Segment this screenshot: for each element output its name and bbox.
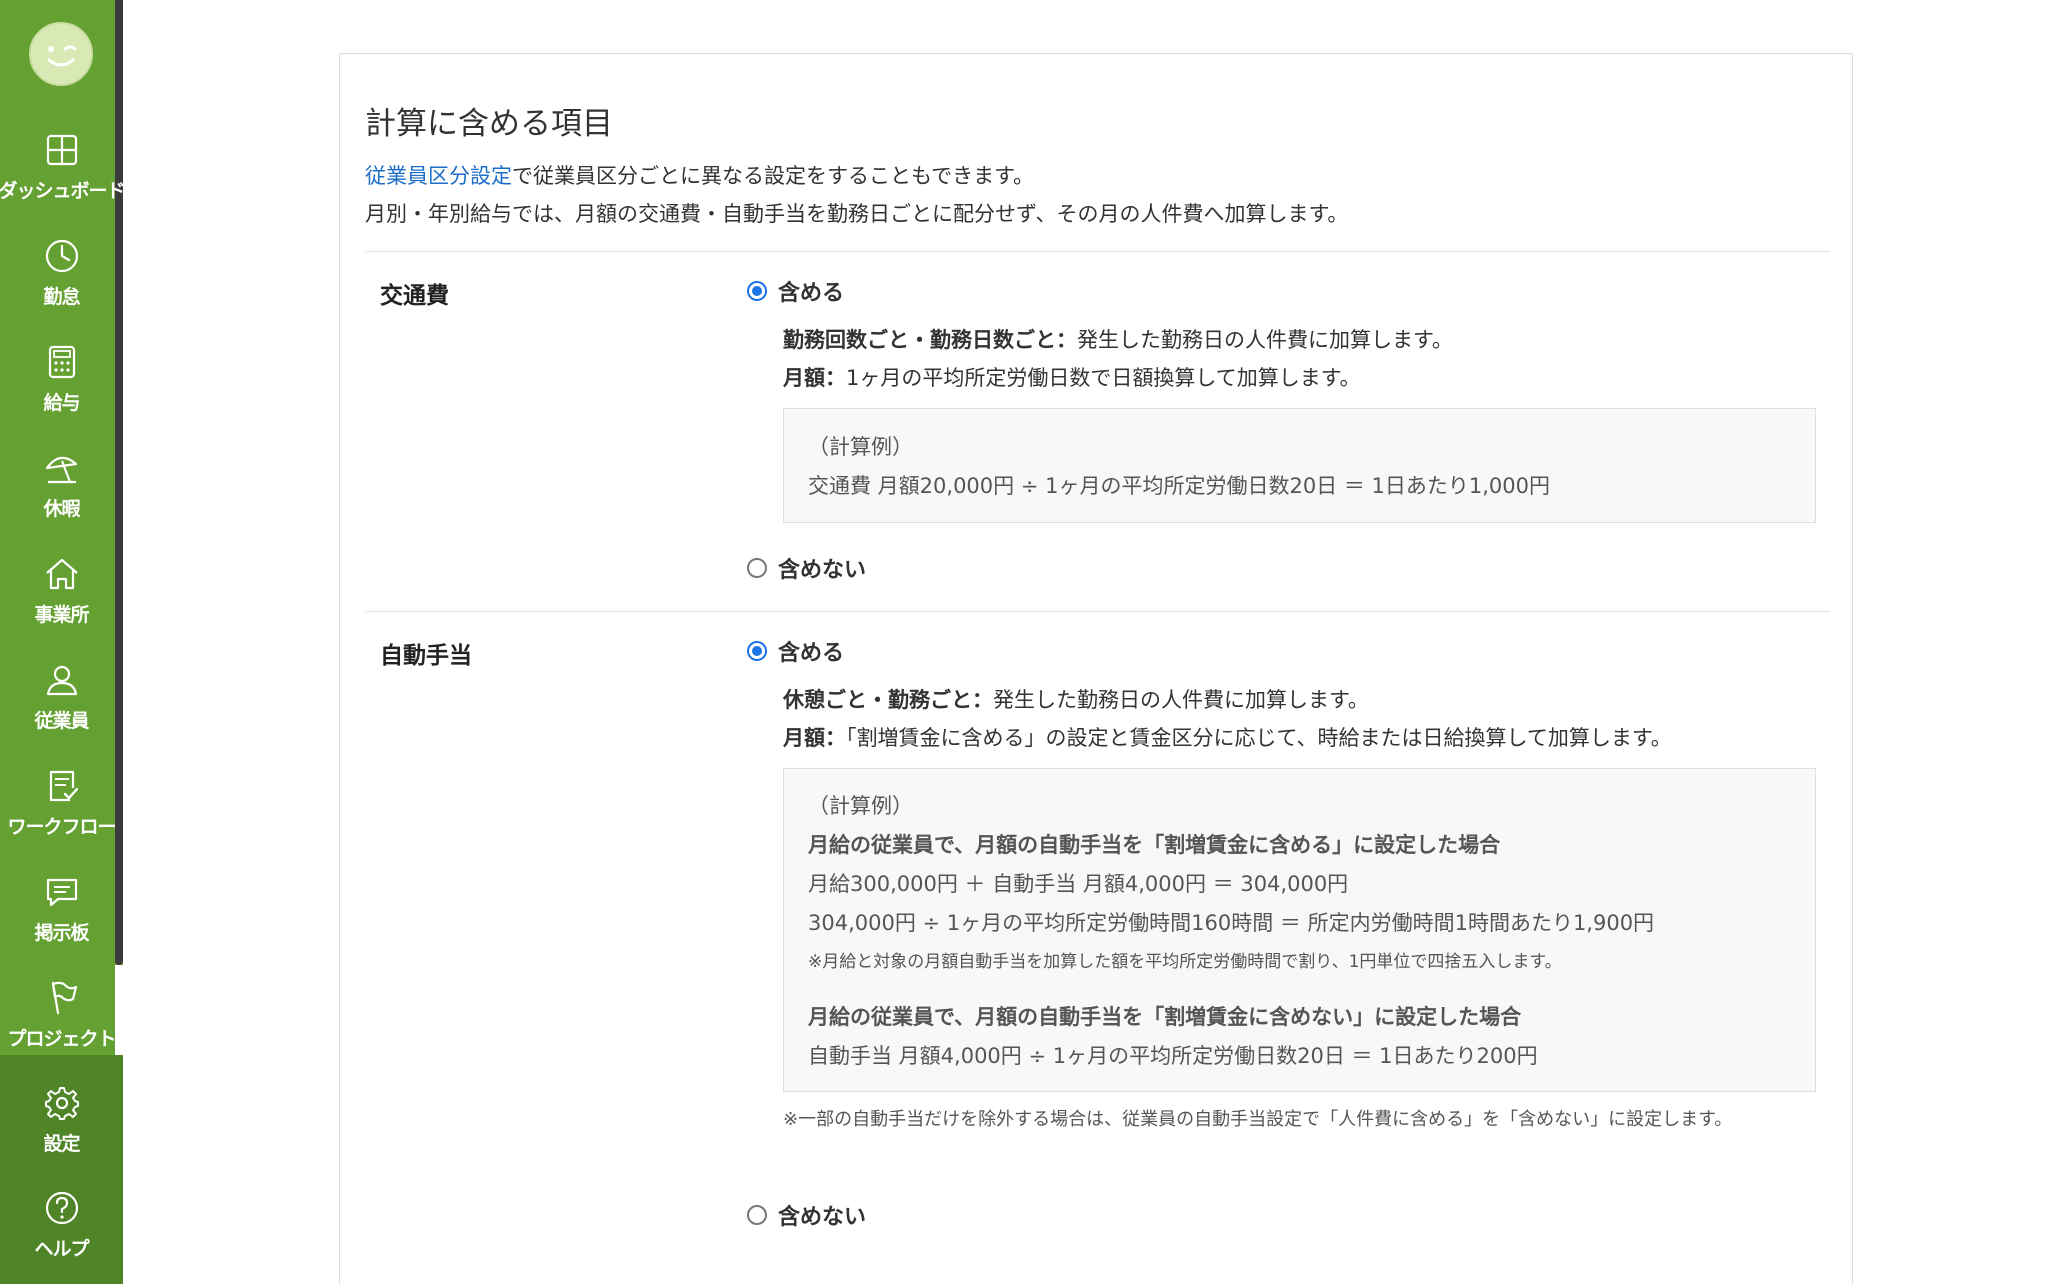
example-case1-heading: 月給の従業員で、月額の自動手当を「割増賃金に含める」に設定した場合 <box>808 833 1501 857</box>
sidebar-item-label: ワークフロー <box>7 816 116 838</box>
sidebar-item-label: 掲示板 <box>34 922 89 944</box>
example-heading: （計算例） <box>808 435 913 459</box>
sidebar-item-help[interactable]: ヘルプ <box>0 1170 123 1274</box>
radio-button[interactable] <box>747 1205 767 1225</box>
divider <box>365 251 1830 252</box>
sidebar-item-dashboard[interactable]: ダッシュボード <box>0 112 126 216</box>
sidebar-item-settings[interactable]: 設定 <box>0 1065 123 1169</box>
sidebar-item-label: 休暇 <box>43 498 80 520</box>
sidebar-item-label: 事業所 <box>34 604 89 626</box>
radio-button-checked[interactable] <box>747 281 767 301</box>
sidebar-item-label: プロジェクト <box>7 1028 116 1050</box>
flag-icon <box>42 978 82 1018</box>
divider <box>365 611 1830 612</box>
sidebar-item-leave[interactable]: 休暇 <box>0 430 123 534</box>
panel-description-line1: 従業員区分設定で従業員区分ごとに異なる設定をすることもできます。 <box>365 160 1034 190</box>
transport-description-line2: 月額：1ヶ月の平均所定労働日数で日額換算して加算します。 <box>783 362 1361 392</box>
example-heading: （計算例） <box>808 794 913 818</box>
example-case1-formula1: 月給300,000円 ＋ 自動手当 月額4,000円 ＝ 304,000円 <box>808 872 1349 896</box>
sidebar-item-label: 従業員 <box>34 710 89 732</box>
gear-icon <box>42 1083 82 1123</box>
radio-label: 含める <box>778 281 845 306</box>
transport-exclude-radio[interactable]: 含めない <box>747 552 866 584</box>
description-term: 休憩ごと・勤務ごと： <box>783 688 993 712</box>
panel-description-line2: 月別・年別給与では、月額の交通費・自動手当を勤務日ごとに配分せず、その月の人件費… <box>365 202 1349 226</box>
home-icon <box>42 554 82 594</box>
transport-section-title: 交通費 <box>380 283 449 309</box>
description-text: で従業員区分ごとに異なる設定をすることもできます。 <box>512 164 1035 188</box>
radio-button[interactable] <box>747 558 767 578</box>
example-case2-formula: 自動手当 月額4,000円 ÷ 1ヶ月の平均所定労働日数20日 ＝ 1日あたり2… <box>808 1044 1538 1068</box>
description-text: 1ヶ月の平均所定労働日数で日額換算して加算します。 <box>846 366 1361 390</box>
page-title: 計算に含める項目 <box>365 106 613 142</box>
chat-icon <box>42 872 82 912</box>
allowance-exclude-radio[interactable]: 含めない <box>747 1199 866 1231</box>
sidebar-item-payroll[interactable]: 給与 <box>0 324 123 428</box>
help-icon <box>42 1188 82 1228</box>
sidebar-item-office[interactable]: 事業所 <box>0 536 123 640</box>
beach-umbrella-icon <box>42 448 82 488</box>
description-term: 月額： <box>783 726 846 750</box>
example-case2-heading: 月給の従業員で、月額の自動手当を「割増賃金に含めない」に設定した場合 <box>808 1005 1522 1029</box>
description-term: 月額： <box>783 366 846 390</box>
transport-include-radio[interactable]: 含める <box>747 275 844 307</box>
sidebar-item-label: 勤怠 <box>43 286 80 308</box>
allowance-description-line2: 月額：「割増賃金に含める」の設定と賃金区分に応じて、時給または日給換算して加算し… <box>783 722 1672 752</box>
sidebar-item-workflow[interactable]: ワークフロー <box>0 748 123 852</box>
clock-icon <box>42 236 82 276</box>
checklist-icon <box>42 766 82 806</box>
radio-label: 含める <box>778 641 845 666</box>
radio-label: 含めない <box>778 1205 867 1230</box>
sidebar-item-project[interactable]: プロジェクト <box>0 960 123 1064</box>
allowance-section-title: 自動手当 <box>380 643 472 669</box>
allowance-description-line1: 休憩ごと・勤務ごと：発生した勤務日の人件費に加算します。 <box>783 684 1369 714</box>
radio-button-checked[interactable] <box>747 641 767 661</box>
allowance-include-radio[interactable]: 含める <box>747 635 844 667</box>
description-text: 発生した勤務日の人件費に加算します。 <box>993 688 1369 712</box>
sidebar-item-label: ダッシュボード <box>0 180 126 202</box>
transport-description-line1: 勤務回数ごと・勤務日数ごと：発生した勤務日の人件費に加算します。 <box>783 324 1453 354</box>
smiley-icon <box>47 45 77 67</box>
person-icon <box>42 660 82 700</box>
transport-example-box: （計算例） 交通費 月額20,000円 ÷ 1ヶ月の平均所定労働日数20日 ＝ … <box>783 408 1816 523</box>
example-case1-note: ※月給と対象の月額自動手当を加算した額を平均所定労働時間で割り、1円単位で四捨五… <box>808 952 1562 972</box>
allowance-example-box: （計算例） 月給の従業員で、月額の自動手当を「割増賃金に含める」に設定した場合 … <box>783 768 1816 1092</box>
sidebar-item-employees[interactable]: 従業員 <box>0 642 123 746</box>
sidebar-item-board[interactable]: 掲示板 <box>0 854 123 958</box>
sidebar: ダッシュボード 勤怠 給与 休暇 事業所 従業員 ワークフロー 掲示板 プロジェ… <box>0 0 126 1284</box>
allowance-footnote: ※一部の自動手当だけを除外する場合は、従業員の自動手当設定で「人件費に含める」を… <box>783 1109 1733 1130</box>
description-text: 「割増賃金に含める」の設定と賃金区分に応じて、時給または日給換算して加算します。 <box>846 726 1672 750</box>
dashboard-icon <box>42 130 82 170</box>
sidebar-item-label: ヘルプ <box>34 1238 89 1260</box>
calculator-icon <box>42 342 82 382</box>
employee-category-settings-link[interactable]: 従業員区分設定 <box>365 164 512 188</box>
description-term: 勤務回数ごと・勤務日数ごと： <box>783 328 1077 352</box>
settings-panel: 計算に含める項目 従業員区分設定で従業員区分ごとに異なる設定をすることもできます… <box>339 53 1853 1284</box>
example-case1-formula2: 304,000円 ÷ 1ヶ月の平均所定労働時間160時間 ＝ 所定内労働時間1時… <box>808 911 1655 935</box>
sidebar-item-label: 給与 <box>43 392 80 414</box>
sidebar-item-label: 設定 <box>43 1133 80 1155</box>
description-text: 発生した勤務日の人件費に加算します。 <box>1077 328 1453 352</box>
avatar[interactable] <box>29 22 93 86</box>
radio-label: 含めない <box>778 558 867 583</box>
example-formula: 交通費 月額20,000円 ÷ 1ヶ月の平均所定労働日数20日 ＝ 1日あたり1… <box>808 474 1551 498</box>
sidebar-item-attendance[interactable]: 勤怠 <box>0 218 123 322</box>
